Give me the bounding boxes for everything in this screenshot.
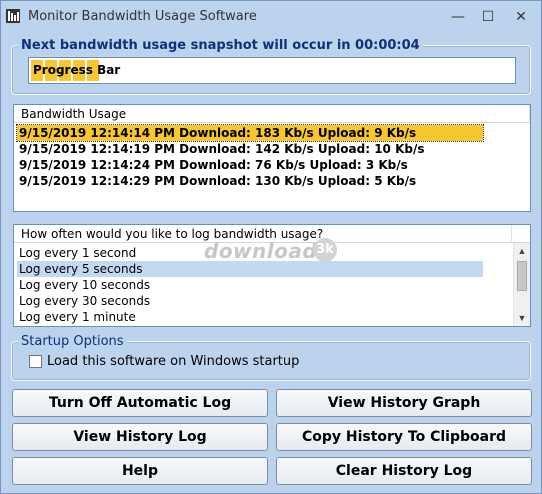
scrollbar-thumb[interactable] bbox=[517, 261, 527, 291]
scroll-down-arrow-icon[interactable]: ▼ bbox=[514, 310, 530, 326]
window-title: Monitor Bandwidth Usage Software bbox=[28, 9, 257, 24]
app-window: Monitor Bandwidth Usage Software — ☐ ✕ N… bbox=[0, 0, 542, 494]
view-history-log-button[interactable]: View History Log bbox=[12, 423, 268, 451]
bandwidth-row[interactable]: 9/15/2019 12:14:14 PM Download: 183 Kb/s… bbox=[16, 124, 484, 142]
log-interval-option[interactable]: Log every 30 seconds bbox=[17, 293, 150, 309]
column-bandwidth-usage[interactable]: Bandwidth Usage bbox=[14, 105, 530, 123]
bandwidth-row[interactable]: 9/15/2019 12:14:24 PM Download: 76 Kb/s … bbox=[17, 157, 408, 173]
log-interval-scrollbar[interactable]: ▲ ▼ bbox=[513, 243, 530, 326]
view-history-graph-button[interactable]: View History Graph bbox=[276, 389, 532, 417]
progress-text: Progress Bar bbox=[33, 63, 121, 77]
startup-checkbox[interactable] bbox=[29, 355, 42, 368]
log-interval-option[interactable]: Log every 10 seconds bbox=[17, 277, 150, 293]
watermark-text: download bbox=[204, 239, 318, 263]
log-interval-option[interactable]: Log every 1 minute bbox=[17, 309, 136, 325]
help-button[interactable]: Help bbox=[12, 457, 268, 485]
log-interval-option[interactable]: Log every 5 seconds bbox=[17, 261, 483, 277]
copy-history-button[interactable]: Copy History To Clipboard bbox=[276, 423, 532, 451]
app-icon bbox=[6, 9, 20, 23]
bandwidth-list-header: Bandwidth Usage bbox=[14, 105, 530, 123]
bandwidth-usage-list[interactable]: Bandwidth Usage 9/15/2019 12:14:14 PM Do… bbox=[13, 104, 531, 212]
bandwidth-row[interactable]: 9/15/2019 12:14:29 PM Download: 130 Kb/s… bbox=[17, 173, 416, 189]
snapshot-legend: Next bandwidth usage snapshot will occur… bbox=[18, 38, 423, 53]
minimize-button[interactable]: — bbox=[446, 7, 470, 27]
scroll-up-arrow-icon[interactable]: ▲ bbox=[514, 243, 530, 259]
watermark-badge: 3k bbox=[313, 238, 337, 262]
maximize-button[interactable]: ☐ bbox=[476, 7, 500, 27]
close-button[interactable]: ✕ bbox=[509, 7, 533, 27]
clear-history-log-button[interactable]: Clear History Log bbox=[276, 457, 532, 485]
title-bar[interactable]: Monitor Bandwidth Usage Software — ☐ ✕ bbox=[1, 1, 541, 32]
startup-checkbox-label[interactable]: Load this software on Windows startup bbox=[47, 354, 299, 369]
turn-off-automatic-log-button[interactable]: Turn Off Automatic Log bbox=[12, 389, 268, 417]
log-interval-option[interactable]: Log every 1 second bbox=[17, 245, 136, 261]
bandwidth-row[interactable]: 9/15/2019 12:14:19 PM Download: 142 Kb/s… bbox=[17, 141, 425, 157]
snapshot-progress-bar: Progress Bar bbox=[28, 57, 516, 84]
startup-options-legend: Startup Options bbox=[18, 334, 127, 349]
